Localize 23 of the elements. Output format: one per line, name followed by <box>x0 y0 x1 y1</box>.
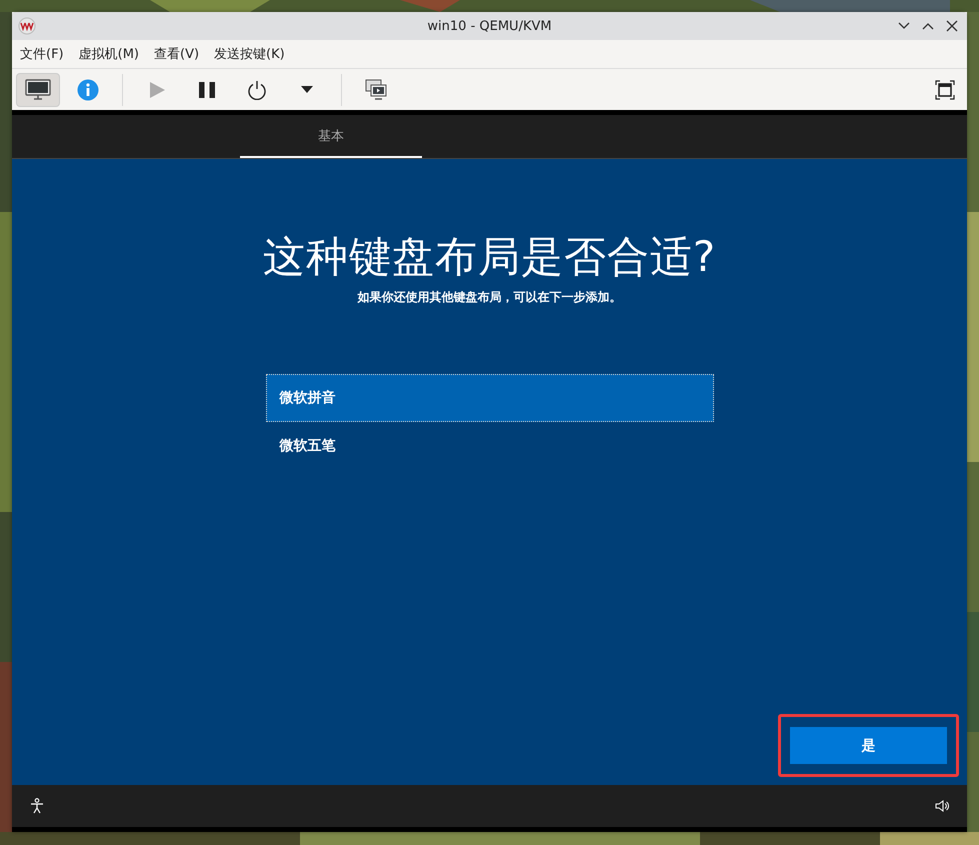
close-icon[interactable] <box>945 19 959 33</box>
menu-item[interactable]: 发送按键(K) <box>214 45 285 63</box>
heading: 这种键盘布局是否合适? <box>262 231 716 283</box>
power-icon <box>247 80 267 100</box>
menu-item[interactable]: 文件(F) <box>20 45 64 63</box>
subtitle: 如果你还使用其他键盘布局，可以在下一步添加。 <box>358 289 622 306</box>
list-item[interactable]: 微软拼音 <box>266 374 714 422</box>
accessibility-icon[interactable] <box>30 798 44 814</box>
info-icon <box>77 78 99 100</box>
speaker-icon[interactable] <box>935 800 949 812</box>
monitor-button[interactable] <box>16 72 60 106</box>
yes-button[interactable]: 是 <box>790 727 947 764</box>
caret-icon <box>301 86 313 93</box>
app-icon <box>18 17 36 35</box>
play-icon <box>148 80 166 98</box>
window-title: win10 - QEMU/KVM <box>427 18 552 34</box>
pause-icon <box>198 80 216 98</box>
screens-icon <box>365 78 387 100</box>
menu-item[interactable]: 虚拟机(M) <box>78 45 139 63</box>
list-item[interactable]: 微软五笔 <box>266 422 714 470</box>
monitor-icon <box>25 78 51 100</box>
fullscreen-icon[interactable] <box>935 80 955 100</box>
menu-item[interactable]: 查看(V) <box>154 45 200 63</box>
